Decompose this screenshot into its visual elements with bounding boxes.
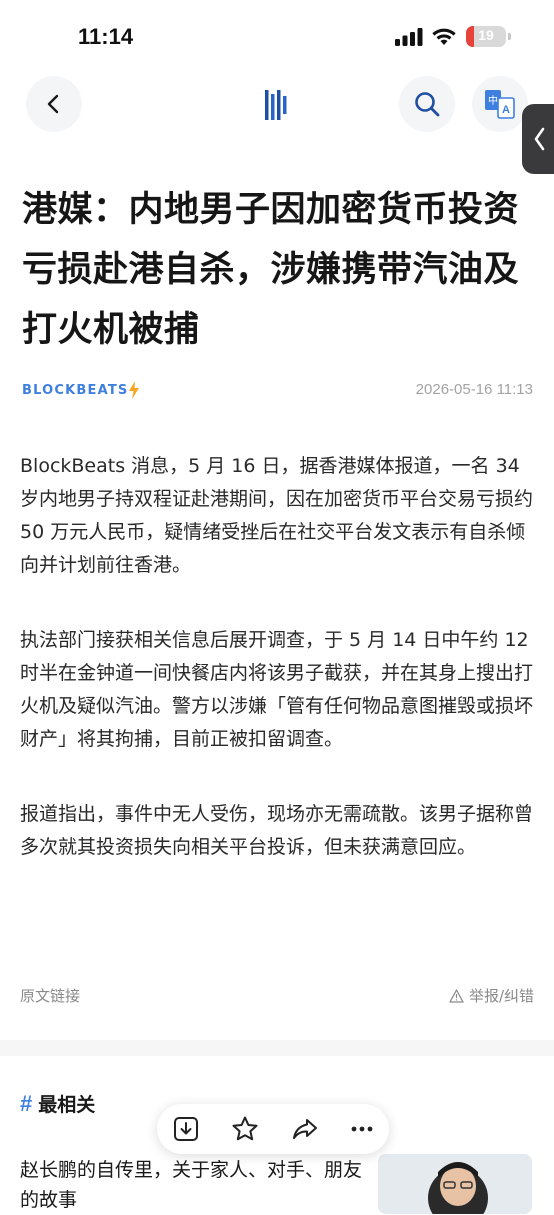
blockbeats-mark-icon[interactable] (264, 88, 290, 122)
article-paragraph: 执法部门接获相关信息后展开调查，于 5 月 14 日中午约 12 时半在金钟道一… (20, 629, 534, 750)
search-icon (415, 92, 440, 117)
article-footer: 原文链接 举报/纠错 (20, 985, 534, 1007)
article-paragraph: BlockBeats 消息，5 月 16 日，据香港媒体报道，一名 34 岁内地… (20, 455, 534, 576)
status-time: 11:14 (78, 24, 134, 49)
more-icon (351, 1126, 373, 1132)
top-navigation: 中 A (0, 70, 554, 142)
hash-icon: # (20, 1090, 33, 1116)
report-link[interactable]: 举报/纠错 (449, 985, 534, 1006)
translate-icon: 中 A (485, 90, 515, 119)
publish-timestamp: 2026-05-16 11:13 (415, 381, 533, 398)
star-icon (232, 1116, 258, 1141)
translate-button[interactable]: 中 A (472, 76, 528, 132)
battery-percentage: 19 (478, 27, 494, 43)
related-heading: 最相关 (38, 1094, 96, 1116)
article-body: BlockBeats 消息，5 月 16 日，据香港媒体报道，一名 34 岁内地… (20, 450, 536, 864)
search-button[interactable] (399, 76, 455, 132)
chevron-left-icon (534, 127, 545, 151)
lightning-icon (129, 381, 140, 399)
related-article-title[interactable]: 赵长鹏的自传里，关于家人、对手、朋友的故事 (20, 1155, 370, 1215)
article-paragraph: 报道指出，事件中无人受伤，现场亦无需疏散。该男子据称曾多次就其投资损失向相关平台… (20, 803, 534, 858)
status-bar: 11:14 19 (0, 0, 554, 70)
back-button[interactable] (26, 76, 82, 132)
report-label: 举报/纠错 (468, 987, 534, 1005)
cellular-signal-icon (395, 28, 423, 46)
translate-glyph-en: A (502, 104, 510, 116)
related-header: # 最相关 (20, 1090, 95, 1117)
original-link[interactable]: 原文链接 (20, 985, 80, 1006)
share-icon (293, 1119, 317, 1139)
battery-indicator: 19 (466, 26, 506, 47)
section-divider (0, 1040, 554, 1056)
source-logo: BLOCKBEATS (22, 380, 140, 400)
translate-glyph-zh: 中 (488, 94, 498, 107)
warning-icon (449, 988, 464, 1003)
battery-cap (508, 33, 511, 40)
floating-action-toolbar (157, 1104, 389, 1154)
more-button[interactable] (347, 1114, 377, 1144)
person-photo-icon (378, 1154, 532, 1214)
chevron-left-icon (47, 94, 59, 114)
side-collapse-tab[interactable] (522, 104, 554, 174)
share-button[interactable] (290, 1114, 320, 1144)
related-article-thumbnail[interactable] (378, 1154, 532, 1214)
source-name: BLOCKBEATS (22, 382, 129, 398)
wifi-icon (432, 28, 456, 45)
download-icon (174, 1117, 198, 1141)
article-title: 港媒：内地男子因加密货币投资亏损赴港自杀，涉嫌携带汽油及打火机被捕 (22, 190, 520, 350)
favorite-button[interactable] (230, 1114, 260, 1144)
download-button[interactable] (171, 1114, 201, 1144)
